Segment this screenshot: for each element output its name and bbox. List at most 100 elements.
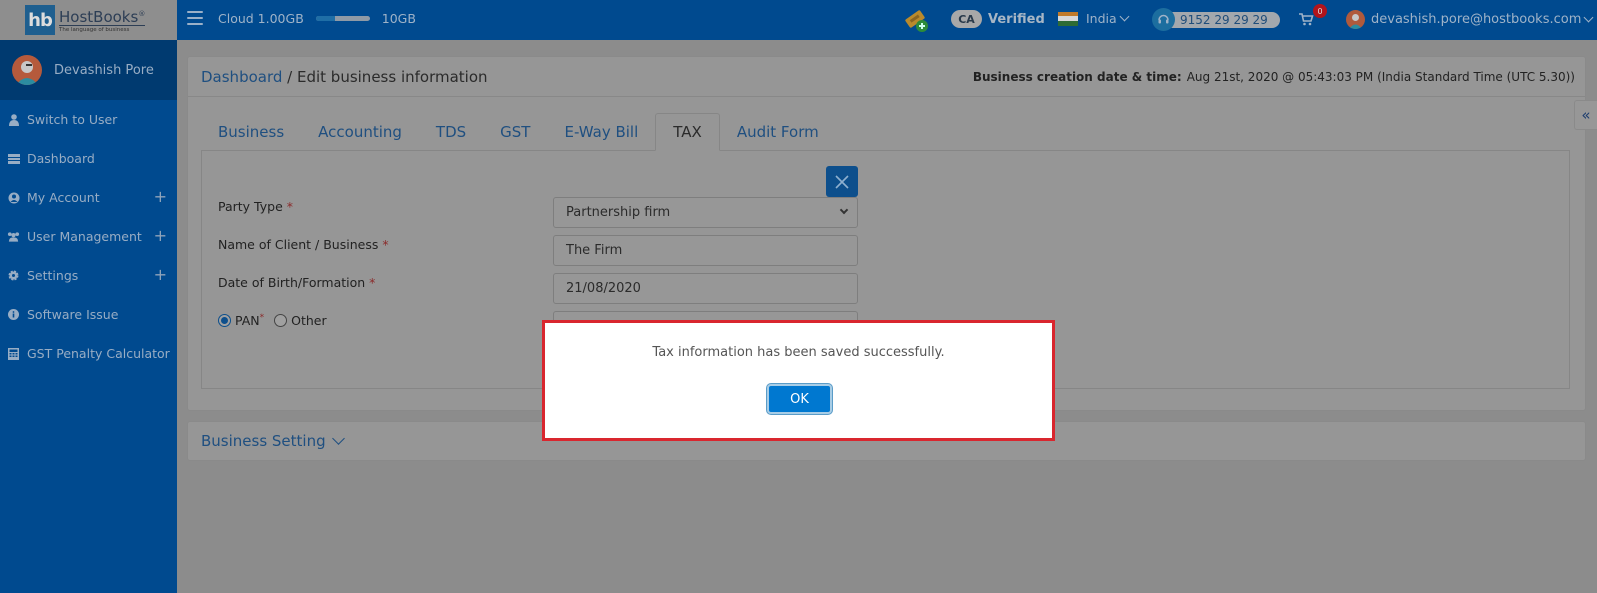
cloud-usage-bar — [315, 16, 370, 21]
business-creation-info: Business creation date & time: Aug 21st, … — [973, 70, 1575, 84]
party-type-label: Party Type * — [218, 199, 293, 214]
user-email: devashish.pore@hostbooks.com — [1371, 12, 1582, 27]
creation-value: Aug 21st, 2020 @ 05:43:03 PM (India Stan… — [1186, 69, 1575, 84]
ok-button[interactable]: OK — [767, 384, 832, 414]
tab-accounting[interactable]: Accounting — [301, 113, 419, 151]
ca-icon: CA — [951, 10, 982, 28]
other-radio-label: Other — [291, 313, 327, 328]
party-type-value: Partnership firm — [566, 205, 671, 220]
info-icon — [7, 309, 20, 321]
tab-tds[interactable]: TDS — [419, 113, 483, 151]
client-name-input[interactable]: The Firm — [553, 235, 858, 266]
phone-number: 9152 29 29 29 — [1165, 11, 1280, 28]
party-type-select[interactable]: Partnership firm — [553, 197, 858, 228]
required-mark: * — [286, 199, 293, 214]
cart-icon[interactable] — [1298, 12, 1314, 26]
gear-icon — [7, 270, 20, 282]
ticket-add-icon[interactable] — [903, 7, 929, 33]
sidebar-profile[interactable]: Devashish Pore — [0, 40, 177, 100]
sidebar: Devashish Pore Switch to User Dashboard … — [0, 40, 177, 593]
sidebar-item-software-issue[interactable]: Software Issue — [0, 295, 177, 334]
pan-radio-label: PAN — [235, 313, 260, 328]
india-flag-icon — [1058, 11, 1078, 26]
dob-input[interactable]: 21/08/2020 — [553, 273, 858, 304]
logo-mark: hb — [25, 5, 55, 35]
calculator-icon — [7, 347, 20, 360]
tab-business[interactable]: Business — [201, 113, 301, 151]
sidebar-item-gst-penalty-calculator[interactable]: GST Penalty Calculator — [0, 334, 177, 373]
tab-tax[interactable]: TAX — [655, 113, 720, 151]
required-mark: * — [259, 313, 265, 323]
user-menu[interactable]: devashish.pore@hostbooks.com — [1346, 10, 1594, 29]
user-avatar — [1346, 10, 1365, 29]
expand-plus-icon[interactable]: + — [154, 189, 167, 205]
sidebar-nav: Switch to User Dashboard My Account + Us… — [0, 100, 177, 373]
sidebar-item-user-management[interactable]: User Management + — [0, 217, 177, 256]
creation-label: Business creation date & time: — [972, 69, 1182, 84]
sidebar-item-label: User Management — [27, 229, 142, 244]
profile-name: Devashish Pore — [54, 62, 154, 78]
sidebar-item-label: Settings — [27, 268, 79, 283]
sidebar-item-label: Dashboard — [27, 151, 95, 166]
logo-name: HostBooks — [59, 8, 139, 26]
business-setting-toggle[interactable]: Business Setting — [201, 432, 345, 450]
id-type-radio-group: PAN * Other — [218, 313, 327, 328]
required-mark: * — [369, 275, 376, 290]
dob-label: Date of Birth/Formation * — [218, 275, 376, 290]
client-name-value: The Firm — [566, 243, 623, 258]
sidebar-item-settings[interactable]: Settings + — [0, 256, 177, 295]
logo[interactable]: hb HostBooks® The language of business — [0, 0, 177, 40]
pan-radio[interactable] — [218, 314, 231, 327]
sidebar-item-my-account[interactable]: My Account + — [0, 178, 177, 217]
sidebar-item-label: Software Issue — [27, 307, 119, 322]
logo-tagline: The language of business — [59, 25, 146, 34]
chevron-down-icon — [839, 205, 849, 215]
dialog-message: Tax information has been saved successfu… — [652, 345, 945, 360]
support-phone[interactable]: 9152 29 29 29 — [1152, 8, 1280, 31]
user-icon — [7, 113, 20, 126]
page-title: Edit business information — [296, 67, 488, 86]
cloud-usage-fill — [315, 16, 335, 21]
cloud-storage: Cloud 1.00GB 10GB — [218, 11, 416, 26]
registered-mark: ® — [138, 10, 146, 18]
tab-eway-bill[interactable]: E-Way Bill — [547, 113, 655, 151]
close-button[interactable] — [826, 166, 858, 197]
menu-toggle-icon[interactable] — [187, 11, 203, 25]
account-circle-icon — [7, 192, 20, 204]
headset-icon — [1152, 8, 1175, 31]
breadcrumb-separator: / — [282, 67, 297, 86]
client-name-label: Name of Client / Business * — [218, 237, 389, 252]
dashboard-icon — [7, 153, 20, 165]
expand-plus-icon[interactable]: + — [154, 228, 167, 244]
expand-plus-icon[interactable]: + — [154, 267, 167, 283]
ca-verified-badge: CA Verified — [951, 10, 1045, 28]
sidebar-item-label: GST Penalty Calculator — [27, 346, 170, 361]
sidebar-item-dashboard[interactable]: Dashboard — [0, 139, 177, 178]
sidebar-item-label: My Account — [27, 190, 100, 205]
chevron-down-icon — [1583, 12, 1594, 23]
breadcrumb: Dashboard / Edit business information — [201, 68, 488, 86]
tab-gst[interactable]: GST — [483, 113, 547, 151]
avatar — [12, 55, 42, 85]
top-navbar: hb HostBooks® The language of business C… — [0, 0, 1597, 40]
required-mark: * — [382, 237, 389, 252]
success-dialog: Tax information has been saved successfu… — [542, 320, 1055, 441]
double-chevron-left-icon: « — [1581, 106, 1591, 124]
country-selector[interactable]: India — [1058, 11, 1130, 26]
other-radio[interactable] — [274, 314, 288, 327]
sidebar-item-label: Switch to User — [27, 112, 118, 127]
cloud-used-label: Cloud 1.00GB — [218, 11, 304, 26]
verified-label: Verified — [988, 11, 1045, 27]
tab-audit-form[interactable]: Audit Form — [720, 113, 836, 151]
breadcrumb-dashboard-link[interactable]: Dashboard — [201, 68, 282, 86]
tab-bar: Business Accounting TDS GST E-Way Bill T… — [201, 113, 836, 151]
collapse-panel-button[interactable]: « — [1574, 100, 1597, 130]
business-setting-label: Business Setting — [201, 432, 326, 450]
cart-count-badge: 0 — [1313, 4, 1327, 18]
panel-header: Dashboard / Edit business information Bu… — [188, 57, 1585, 97]
chevron-down-icon — [331, 432, 345, 445]
users-icon — [7, 231, 20, 243]
cloud-max-label: 10GB — [381, 11, 416, 26]
close-icon — [835, 174, 849, 189]
sidebar-item-switch-to-user[interactable]: Switch to User — [0, 100, 177, 139]
